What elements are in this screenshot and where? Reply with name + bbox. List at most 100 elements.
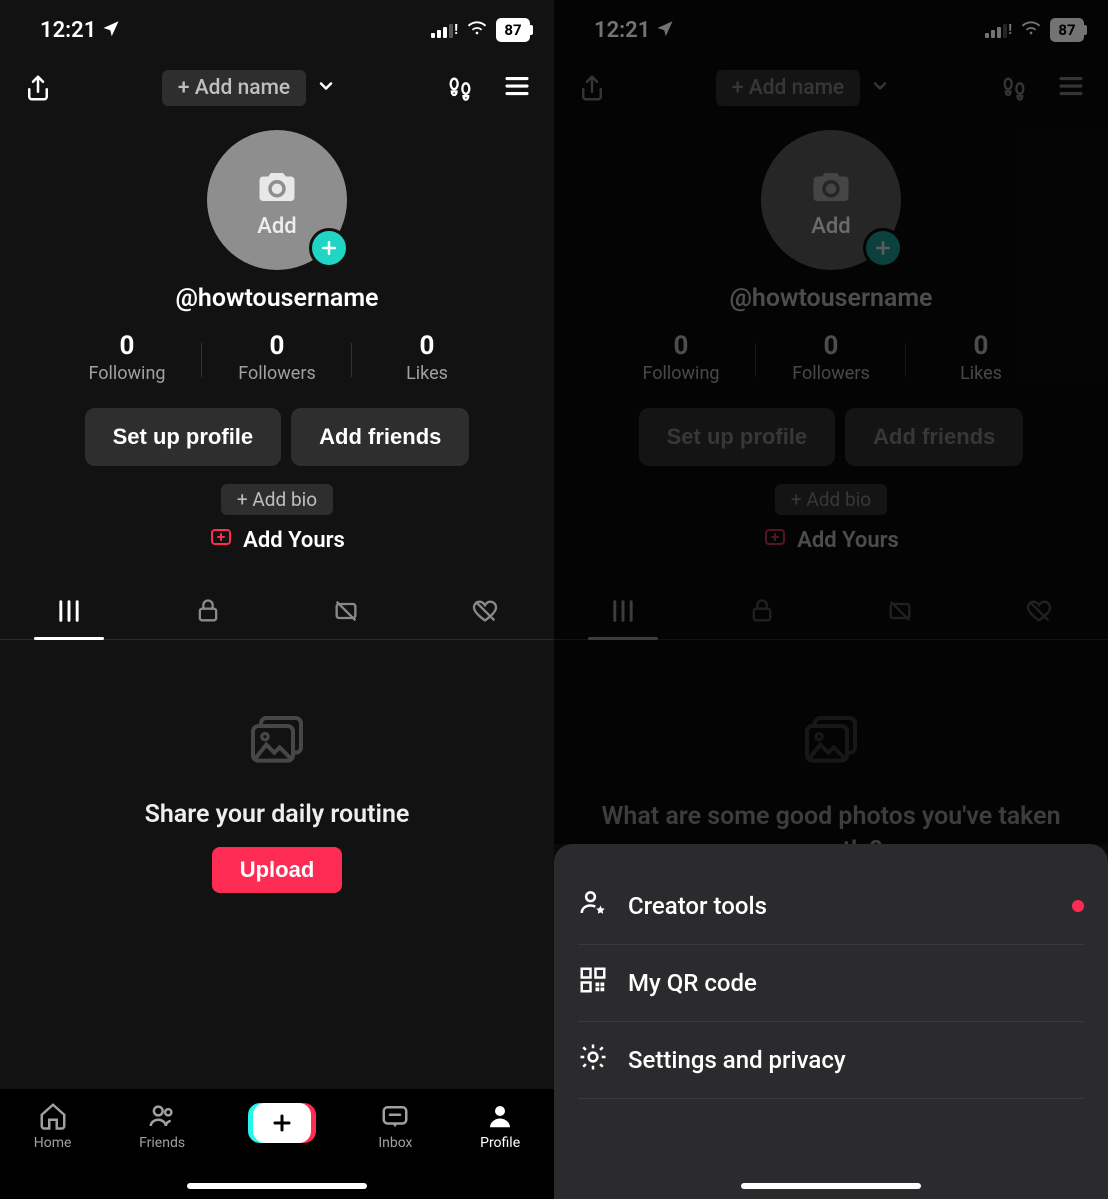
stat-followers: 0 Followers: [756, 331, 906, 384]
home-indicator: [187, 1183, 367, 1189]
stat-label: Likes: [352, 363, 502, 384]
profile-header: + Add name: [554, 60, 1108, 116]
add-name-button: + Add name: [716, 70, 860, 106]
avatar-add-label: Add: [811, 214, 850, 239]
add-friends-button: Add friends: [845, 408, 1023, 466]
nav-label: Friends: [139, 1135, 185, 1151]
header-right: [444, 71, 532, 105]
gear-icon: [578, 1042, 608, 1078]
share-icon[interactable]: [22, 72, 54, 104]
add-yours-icon: [763, 525, 787, 555]
profile-tabs: [554, 583, 1108, 640]
nav-inbox[interactable]: Inbox: [378, 1101, 412, 1151]
status-left: 12:21: [594, 18, 674, 43]
battery-indicator: 87: [1050, 18, 1084, 42]
sheet-label: My QR code: [628, 969, 757, 997]
nav-label: Inbox: [378, 1135, 412, 1151]
notification-dot-icon: [1072, 900, 1084, 912]
header-center: + Add name: [162, 70, 336, 106]
stat-following[interactable]: 0 Following: [52, 331, 202, 384]
tab-liked: [970, 583, 1108, 639]
stats-row: 0 Following 0 Followers 0 Likes: [0, 331, 554, 384]
add-name-label: + Add name: [732, 76, 844, 100]
nav-home[interactable]: Home: [34, 1101, 72, 1151]
create-button[interactable]: [253, 1103, 311, 1143]
add-yours-button: Add Yours: [554, 525, 1108, 555]
menu-sheet: Creator tools My QR code Settings and pr…: [554, 844, 1108, 1199]
stat-label: Followers: [202, 363, 352, 384]
add-bio-button: + Add bio: [775, 484, 887, 515]
sheet-settings[interactable]: Settings and privacy: [578, 1022, 1084, 1099]
status-bar: 12:21 ! 87: [554, 0, 1108, 60]
empty-state: Share your daily routine Upload: [0, 710, 554, 893]
camera-icon: [253, 166, 301, 212]
stat-followers[interactable]: 0 Followers: [202, 331, 352, 384]
wifi-icon: [466, 16, 488, 44]
hamburger-menu-icon: [1056, 71, 1086, 105]
nav-friends[interactable]: Friends: [139, 1101, 185, 1151]
avatar-plus-badge: [863, 228, 903, 268]
add-yours-button[interactable]: Add Yours: [0, 525, 554, 555]
stat-label: Followers: [756, 363, 906, 384]
stat-label: Following: [52, 363, 202, 384]
footprint-icon[interactable]: [444, 72, 476, 104]
status-right: ! 87: [431, 16, 530, 44]
profile-header: + Add name: [0, 60, 554, 116]
footprint-icon: [998, 72, 1030, 104]
battery-indicator: 87: [496, 18, 530, 42]
stat-num: 0: [202, 331, 352, 361]
empty-title: Share your daily routine: [40, 800, 514, 829]
share-icon: [576, 72, 608, 104]
stat-num: 0: [352, 331, 502, 361]
status-right: ! 87: [985, 16, 1084, 44]
stat-num: 0: [606, 331, 756, 361]
tab-private[interactable]: [139, 583, 278, 639]
profile-tabs: [0, 583, 554, 640]
status-bar: 12:21 ! 87: [0, 0, 554, 60]
sheet-label: Settings and privacy: [628, 1046, 846, 1074]
nav-label: Profile: [480, 1135, 520, 1151]
tab-repost: [831, 583, 970, 639]
sheet-label: Creator tools: [628, 892, 767, 920]
add-name-label: + Add name: [178, 76, 290, 100]
chevron-down-icon[interactable]: [316, 76, 336, 100]
stat-num: 0: [906, 331, 1056, 361]
profile-buttons: Set up profile Add friends: [554, 408, 1108, 466]
hamburger-menu-icon[interactable]: [502, 71, 532, 105]
add-bio-button[interactable]: + Add bio: [221, 484, 333, 515]
sheet-creator-tools[interactable]: Creator tools: [578, 868, 1084, 945]
chevron-down-icon: [870, 76, 890, 100]
header-right: [998, 71, 1086, 105]
cellular-signal-icon: !: [431, 22, 458, 38]
add-name-button[interactable]: + Add name: [162, 70, 306, 106]
tab-private: [693, 583, 832, 639]
stat-num: 0: [52, 331, 202, 361]
add-yours-label: Add Yours: [243, 528, 345, 553]
username-text: @howtousername: [175, 284, 378, 313]
avatar: Add: [761, 130, 901, 270]
nav-label: Home: [34, 1135, 72, 1151]
tab-liked[interactable]: [416, 583, 555, 639]
clock-text: 12:21: [594, 18, 650, 43]
set-up-profile-button[interactable]: Set up profile: [85, 408, 282, 466]
add-friends-button[interactable]: Add friends: [291, 408, 469, 466]
person-star-icon: [578, 888, 608, 924]
qr-code-icon: [578, 965, 608, 1001]
tab-grid: [554, 583, 693, 639]
sheet-qr-code[interactable]: My QR code: [578, 945, 1084, 1022]
avatar-section: Add @howtousername: [554, 130, 1108, 313]
stat-following: 0 Following: [606, 331, 756, 384]
nav-profile[interactable]: Profile: [480, 1101, 520, 1151]
avatar-plus-badge[interactable]: [309, 228, 349, 268]
nav-create[interactable]: [253, 1101, 311, 1143]
add-yours-icon: [209, 525, 233, 555]
tab-grid[interactable]: [0, 583, 139, 639]
tab-repost[interactable]: [277, 583, 416, 639]
cellular-signal-icon: !: [985, 22, 1012, 38]
avatar-add-label: Add: [257, 214, 296, 239]
stat-label: Likes: [906, 363, 1056, 384]
stat-likes[interactable]: 0 Likes: [352, 331, 502, 384]
header-center: + Add name: [716, 70, 890, 106]
upload-button[interactable]: Upload: [212, 847, 343, 893]
avatar[interactable]: Add: [207, 130, 347, 270]
